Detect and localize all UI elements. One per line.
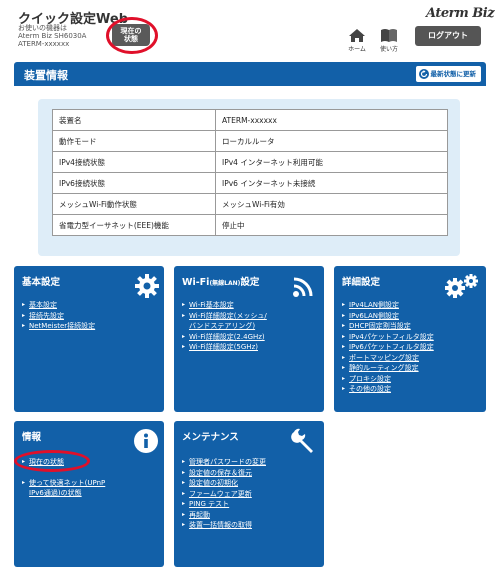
info-row: 装置名 ATERM-xxxxxx bbox=[52, 109, 448, 131]
menu-link[interactable]: 使って快適ネット(UPnP bbox=[22, 478, 105, 489]
wrench-icon bbox=[291, 428, 313, 453]
tile-information: 情報 現在の状態使って快適ネット(UPnPIPv6通過)の状態 bbox=[14, 421, 164, 567]
device-info-bar: 装置情報 最新状態に更新 bbox=[14, 62, 486, 86]
menu-link[interactable]: 装置一括情報の取得 bbox=[182, 520, 266, 531]
help-button[interactable]: 使い方 bbox=[376, 28, 402, 53]
device-info-table: 装置名 ATERM-xxxxxx 動作モード ローカルルータ IPv4接続状態 IPv4 … bbox=[52, 109, 448, 236]
menu-link[interactable]: Wi-Fi詳細設定(5GHz) bbox=[182, 342, 267, 353]
menu-link[interactable]: 管理者パスワードの変更 bbox=[182, 457, 266, 468]
book-icon bbox=[381, 29, 397, 42]
info-row: メッシュWi-Fi動作状態 メッシュWi-Fi有効 bbox=[52, 193, 448, 215]
menu-link[interactable]: 設定値の初期化 bbox=[182, 478, 266, 489]
device-model: Aterm Biz SH6030A bbox=[18, 32, 87, 40]
info-value: ATERM-xxxxxx bbox=[215, 109, 448, 131]
logout-button[interactable]: ログアウト bbox=[415, 26, 481, 46]
menu-link[interactable]: 静的ルーティング設定 bbox=[342, 363, 434, 374]
info-row: IPv4接続状態 IPv4 インターネット利用可能 bbox=[52, 151, 448, 173]
info-key: 装置名 bbox=[52, 109, 216, 131]
tile-wifi-settings: Wi-Fi(無線LAN)設定 Wi-Fi基本設定Wi-Fi詳細設定(メッシュ/バ… bbox=[174, 266, 324, 412]
menu-link[interactable]: IPv6通過)の状態 bbox=[22, 488, 105, 499]
info-key: IPv4接続状態 bbox=[52, 151, 216, 173]
tile-advanced-settings: 詳細設定 IPv4LAN側設定IPv6LAN側設定DHCP固定割当設定IPv4パ… bbox=[334, 266, 486, 412]
menu-link[interactable]: 接続先設定 bbox=[22, 311, 95, 322]
tile-title: 詳細設定 bbox=[342, 277, 381, 288]
menu-link[interactable]: DHCP固定割当設定 bbox=[342, 321, 434, 332]
menu-link[interactable]: IPv6LAN側設定 bbox=[342, 311, 434, 322]
menu-link[interactable]: プロキシ設定 bbox=[342, 374, 434, 385]
tile-title: Wi-Fi(無線LAN)設定 bbox=[182, 274, 259, 288]
info-key: 動作モード bbox=[52, 130, 216, 152]
menu-link[interactable]: 基本設定 bbox=[22, 300, 95, 311]
menu-link[interactable]: NetMeister接続設定 bbox=[22, 321, 95, 332]
info-row: 省電力型イーサネット(EEE)機能 停止中 bbox=[52, 214, 448, 236]
highlight-circle bbox=[106, 17, 158, 54]
wifi-icon bbox=[293, 277, 313, 297]
tile-maintenance: メンテナンス 管理者パスワードの変更設定値の保存＆復元設定値の初期化ファームウェ… bbox=[174, 421, 324, 567]
brand-logo: Aterm Biz bbox=[426, 6, 495, 21]
highlight-circle bbox=[14, 450, 90, 472]
info-icon bbox=[134, 429, 158, 453]
wifi-settings-list: Wi-Fi基本設定Wi-Fi詳細設定(メッシュ/バンドステアリング)Wi-Fi詳… bbox=[182, 300, 267, 353]
menu-link[interactable]: Wi-Fi詳細設定(メッシュ/ bbox=[182, 311, 267, 322]
info-key: IPv6接続状態 bbox=[52, 172, 216, 194]
menu-link[interactable]: その他の設定 bbox=[342, 384, 434, 395]
menu-link[interactable]: 再起動 bbox=[182, 510, 266, 521]
help-label: 使い方 bbox=[379, 46, 398, 53]
menu-link[interactable]: PING テスト bbox=[182, 499, 266, 510]
menu-link[interactable]: ファームウェア更新 bbox=[182, 489, 266, 500]
basic-settings-list: 基本設定接続先設定NetMeister接続設定 bbox=[22, 300, 95, 332]
advanced-settings-list: IPv4LAN側設定IPv6LAN側設定DHCP固定割当設定IPv4パケットフィ… bbox=[342, 300, 434, 395]
device-label: お使いの機器は Aterm Biz SH6030A ATERM-xxxxxx bbox=[18, 24, 86, 48]
tile-title: メンテナンス bbox=[182, 432, 239, 443]
info-key: メッシュWi-Fi動作状態 bbox=[52, 193, 216, 215]
menu-link[interactable]: 設定値の保存＆復元 bbox=[182, 468, 266, 479]
tile-title-small: (無線LAN) bbox=[209, 280, 241, 287]
info-value: メッシュWi-Fi有効 bbox=[215, 193, 448, 215]
info-key: 省電力型イーサネット(EEE)機能 bbox=[52, 214, 216, 236]
menu-link[interactable]: IPv6パケットフィルタ設定 bbox=[342, 342, 434, 353]
tile-basic-settings: 基本設定 基本設定接続先設定NetMeister接続設定 bbox=[14, 266, 164, 412]
device-label-line: お使いの機器は bbox=[18, 24, 67, 32]
tile-title: 基本設定 bbox=[22, 277, 61, 288]
menu-link[interactable]: ポートマッピング設定 bbox=[342, 353, 434, 364]
home-button[interactable]: ホーム bbox=[344, 28, 370, 53]
menu-link[interactable]: Wi-Fi詳細設定(2.4GHz) bbox=[182, 332, 267, 343]
menu-link[interactable]: IPv4LAN側設定 bbox=[342, 300, 434, 311]
gears-icon bbox=[445, 274, 478, 298]
home-icon bbox=[349, 29, 365, 42]
info-row: 動作モード ローカルルータ bbox=[52, 130, 448, 152]
info-value: IPv4 インターネット利用可能 bbox=[215, 151, 448, 173]
refresh-button[interactable]: 最新状態に更新 bbox=[415, 66, 481, 82]
device-info-panel: 装置名 ATERM-xxxxxx 動作モード ローカルルータ IPv4接続状態 IPv4 … bbox=[38, 99, 460, 256]
info-value: IPv6 インターネット未接続 bbox=[215, 172, 448, 194]
maintenance-list: 管理者パスワードの変更設定値の保存＆復元設定値の初期化ファームウェア更新PING… bbox=[182, 457, 266, 531]
refresh-icon bbox=[418, 69, 429, 79]
device-info-title: 装置情報 bbox=[24, 69, 68, 82]
menu-link[interactable]: バンドステアリング) bbox=[182, 321, 267, 332]
menu-link[interactable]: IPv4パケットフィルタ設定 bbox=[342, 332, 434, 343]
device-name: ATERM-xxxxxx bbox=[18, 40, 70, 48]
header: クイック設定Web お使いの機器は Aterm Biz SH6030A ATER… bbox=[0, 0, 500, 58]
tile-title: 情報 bbox=[22, 432, 42, 443]
info-row: IPv6接続状態 IPv6 インターネット未接続 bbox=[52, 172, 448, 194]
refresh-label: 最新状態に更新 bbox=[430, 70, 477, 78]
gear-icon bbox=[135, 274, 159, 298]
menu-link[interactable]: Wi-Fi基本設定 bbox=[182, 300, 267, 311]
tile-title-tail: 設定 bbox=[240, 277, 260, 288]
tile-title-main: Wi-Fi bbox=[182, 277, 210, 288]
info-value: ローカルルータ bbox=[215, 130, 448, 152]
home-label: ホーム bbox=[348, 46, 366, 53]
info-value: 停止中 bbox=[215, 214, 448, 236]
